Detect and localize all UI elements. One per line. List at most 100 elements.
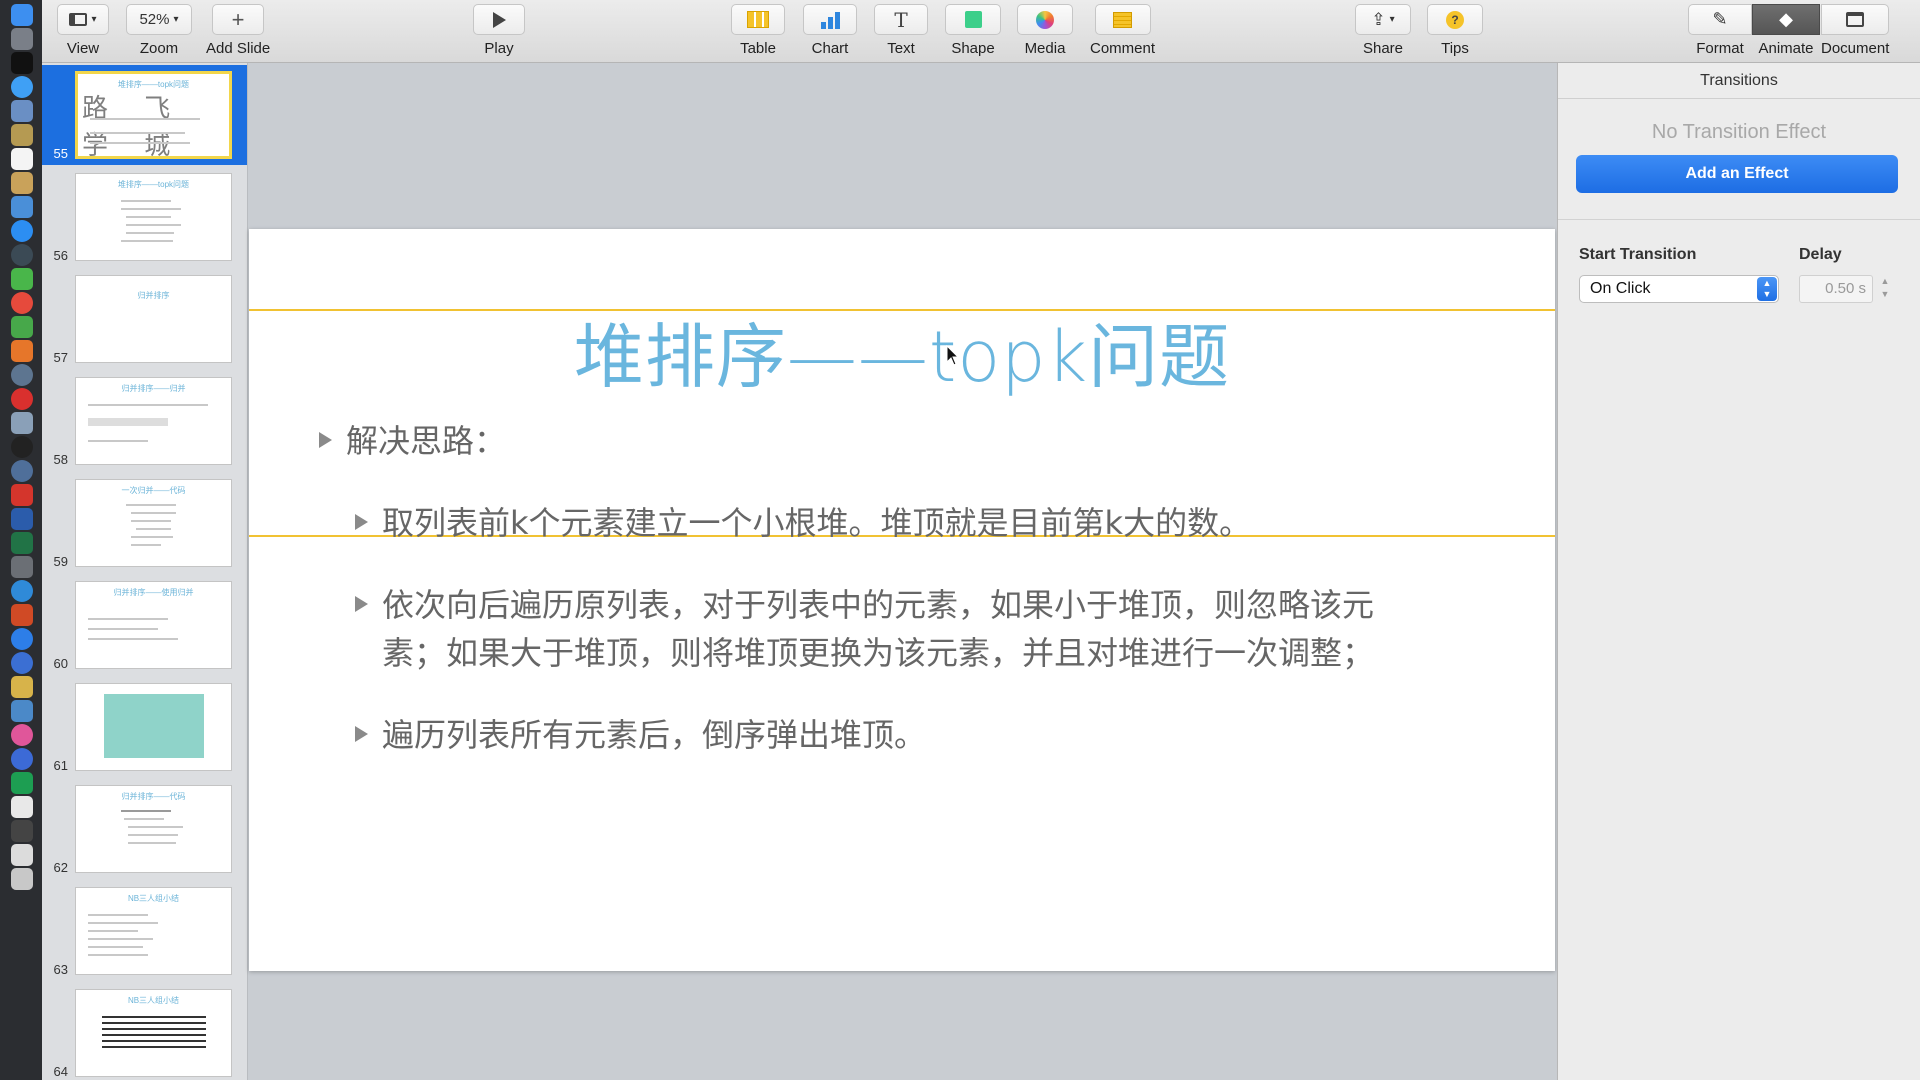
add-effect-button[interactable]: Add an Effect	[1576, 155, 1898, 193]
slide-title[interactable]: 堆排序——topk问题	[249, 301, 1555, 402]
slide-thumbnail-60[interactable]: 归并排序——使用归并 60	[42, 575, 247, 675]
slide-thumbnail-59[interactable]: 一次归并——代码 59	[42, 473, 247, 573]
pdf-icon[interactable]	[11, 388, 33, 410]
bullet-item[interactable]: 解决思路：	[319, 417, 506, 465]
text-button[interactable]: T	[874, 4, 928, 35]
zoom-control[interactable]: 52% ▾ Zoom	[126, 4, 192, 57]
browser-icon[interactable]	[11, 460, 33, 482]
shape-control[interactable]: Shape	[945, 4, 1001, 57]
slide[interactable]: 堆排序——topk问题 解决思路： 取列表前k个元素建立一个小根堆。堆顶就是目前…	[249, 229, 1555, 971]
sidebar-icon	[69, 13, 88, 26]
documents-icon[interactable]	[11, 796, 33, 818]
tips-control[interactable]: ? Tips	[1427, 4, 1483, 57]
view-button[interactable]: ▾	[57, 4, 109, 35]
table-label: Table	[740, 40, 776, 57]
finder-icon[interactable]	[11, 4, 33, 26]
chart-button[interactable]	[803, 4, 857, 35]
media-button[interactable]	[1017, 4, 1073, 35]
document-button[interactable]	[1821, 4, 1890, 35]
time-machine-icon[interactable]	[11, 244, 33, 266]
chevron-down-icon: ▾	[91, 14, 97, 25]
chart-control[interactable]: Chart	[803, 4, 857, 57]
keynote-dock-icon[interactable]	[11, 196, 33, 218]
globe-icon[interactable]	[11, 580, 33, 602]
comment-control[interactable]: Comment	[1090, 4, 1155, 57]
chrome-icon[interactable]	[11, 292, 33, 314]
delay-field[interactable]: 0.50 s	[1799, 275, 1873, 303]
calendar-icon[interactable]	[11, 148, 33, 170]
app-store-icon[interactable]	[11, 220, 33, 242]
format-control[interactable]: ✎ Format	[1688, 4, 1752, 57]
terminal-icon[interactable]	[11, 52, 33, 74]
itunes-icon[interactable]	[11, 724, 33, 746]
plus-icon: +	[231, 6, 245, 32]
animate-control[interactable]: ◆ Animate	[1752, 4, 1820, 57]
zoom-select[interactable]: 52% ▾	[126, 4, 192, 35]
slide-thumbnail-64[interactable]: NB三人组小结 64	[42, 983, 247, 1080]
trash-icon[interactable]	[11, 868, 33, 890]
slide-thumbnail-61[interactable]: 61	[42, 677, 247, 777]
cloud-icon[interactable]	[11, 652, 33, 674]
pycharm-icon[interactable]	[11, 772, 33, 794]
word-icon[interactable]	[11, 508, 33, 530]
photos-icon[interactable]	[11, 412, 33, 434]
slide-thumbnail-58[interactable]: 归并排序——归并 58	[42, 371, 247, 471]
shape-button[interactable]	[945, 4, 1001, 35]
dictionary-icon[interactable]	[11, 484, 33, 506]
screenshot-icon[interactable]	[11, 556, 33, 578]
add-slide-button[interactable]: +	[212, 4, 265, 35]
document-control[interactable]: Document	[1821, 4, 1889, 57]
powerpoint-icon[interactable]	[11, 604, 33, 626]
sub-bullet-item[interactable]: 遍历列表所有元素后，倒序弹出堆顶。	[355, 711, 926, 759]
play-button[interactable]	[473, 4, 525, 35]
safari-icon[interactable]	[11, 76, 33, 98]
diagram-image	[104, 694, 204, 758]
start-transition-select[interactable]: On Click ▲ ▼	[1579, 275, 1779, 303]
table-button[interactable]	[731, 4, 785, 35]
slide-thumbnail-56[interactable]: 堆排序——topk问题 56	[42, 167, 247, 267]
maps-icon[interactable]	[11, 628, 33, 650]
trace-icon[interactable]	[11, 748, 33, 770]
share-button[interactable]: ⇪ ▾	[1355, 4, 1411, 35]
sub-bullet-item[interactable]: 依次向后遍历原列表，对于列表中的元素，如果小于堆顶，则忽略该元 素；如果大于堆顶…	[355, 581, 1374, 677]
launchpad-icon[interactable]	[11, 28, 33, 50]
comment-button[interactable]	[1094, 4, 1151, 35]
toolbar: ▾ View 52% ▾ Zoom + Add Slide Play Table	[42, 0, 1920, 63]
sublime-icon[interactable]	[11, 340, 33, 362]
play-control[interactable]: Play	[473, 4, 525, 57]
qq-icon[interactable]	[11, 436, 33, 458]
transitions-tab[interactable]: Transitions	[1558, 63, 1920, 99]
system-preferences-icon[interactable]	[11, 700, 33, 722]
thumbnail-title: NB三人组小结	[127, 894, 180, 903]
table-control[interactable]: Table	[731, 4, 785, 57]
format-button[interactable]: ✎	[1688, 4, 1752, 35]
slide-number: 55	[53, 146, 68, 161]
media-control[interactable]: Media	[1017, 4, 1073, 57]
share-control[interactable]: ⇪ ▾ Share	[1355, 4, 1411, 57]
animate-button[interactable]: ◆	[1752, 4, 1820, 35]
quicktime-icon[interactable]	[11, 364, 33, 386]
slide-thumbnail-55[interactable]: 堆排序——topk问题 路 飞 学 城 55	[42, 65, 247, 165]
tool-icon[interactable]	[11, 676, 33, 698]
excel-icon[interactable]	[11, 532, 33, 554]
thumbnail-title: 归并排序——代码	[121, 792, 186, 801]
delay-stepper[interactable]: ▲ ▼	[1879, 275, 1891, 303]
slide-thumbnail-63[interactable]: NB三人组小结 63	[42, 881, 247, 981]
text-control[interactable]: T Text	[874, 4, 928, 57]
sub-bullet-item[interactable]: 取列表前k个元素建立一个小根堆。堆顶就是目前第k大的数。	[355, 499, 1251, 547]
tips-button[interactable]: ?	[1427, 4, 1483, 35]
slide-thumbnail-57[interactable]: 归并排序 57	[42, 269, 247, 369]
thumbnail-image	[75, 683, 232, 771]
preview-icon[interactable]	[11, 172, 33, 194]
slide-canvas[interactable]: 堆排序——topk问题 解决思路： 取列表前k个元素建立一个小根堆。堆顶就是目前…	[248, 63, 1556, 1080]
slide-navigator: 堆排序——topk问题 路 飞 学 城 55 堆排序——topk问题 56 归并…	[42, 63, 248, 1080]
notes-icon[interactable]	[11, 124, 33, 146]
downloads-icon[interactable]	[11, 844, 33, 866]
numbers-icon[interactable]	[11, 268, 33, 290]
evernote-icon[interactable]	[11, 316, 33, 338]
add-slide-control[interactable]: + Add Slide	[206, 4, 270, 57]
slide-thumbnail-62[interactable]: 归并排序——代码 62	[42, 779, 247, 879]
view-control[interactable]: ▾ View	[57, 4, 109, 57]
folder-icon[interactable]	[11, 820, 33, 842]
mail-icon[interactable]	[11, 100, 33, 122]
